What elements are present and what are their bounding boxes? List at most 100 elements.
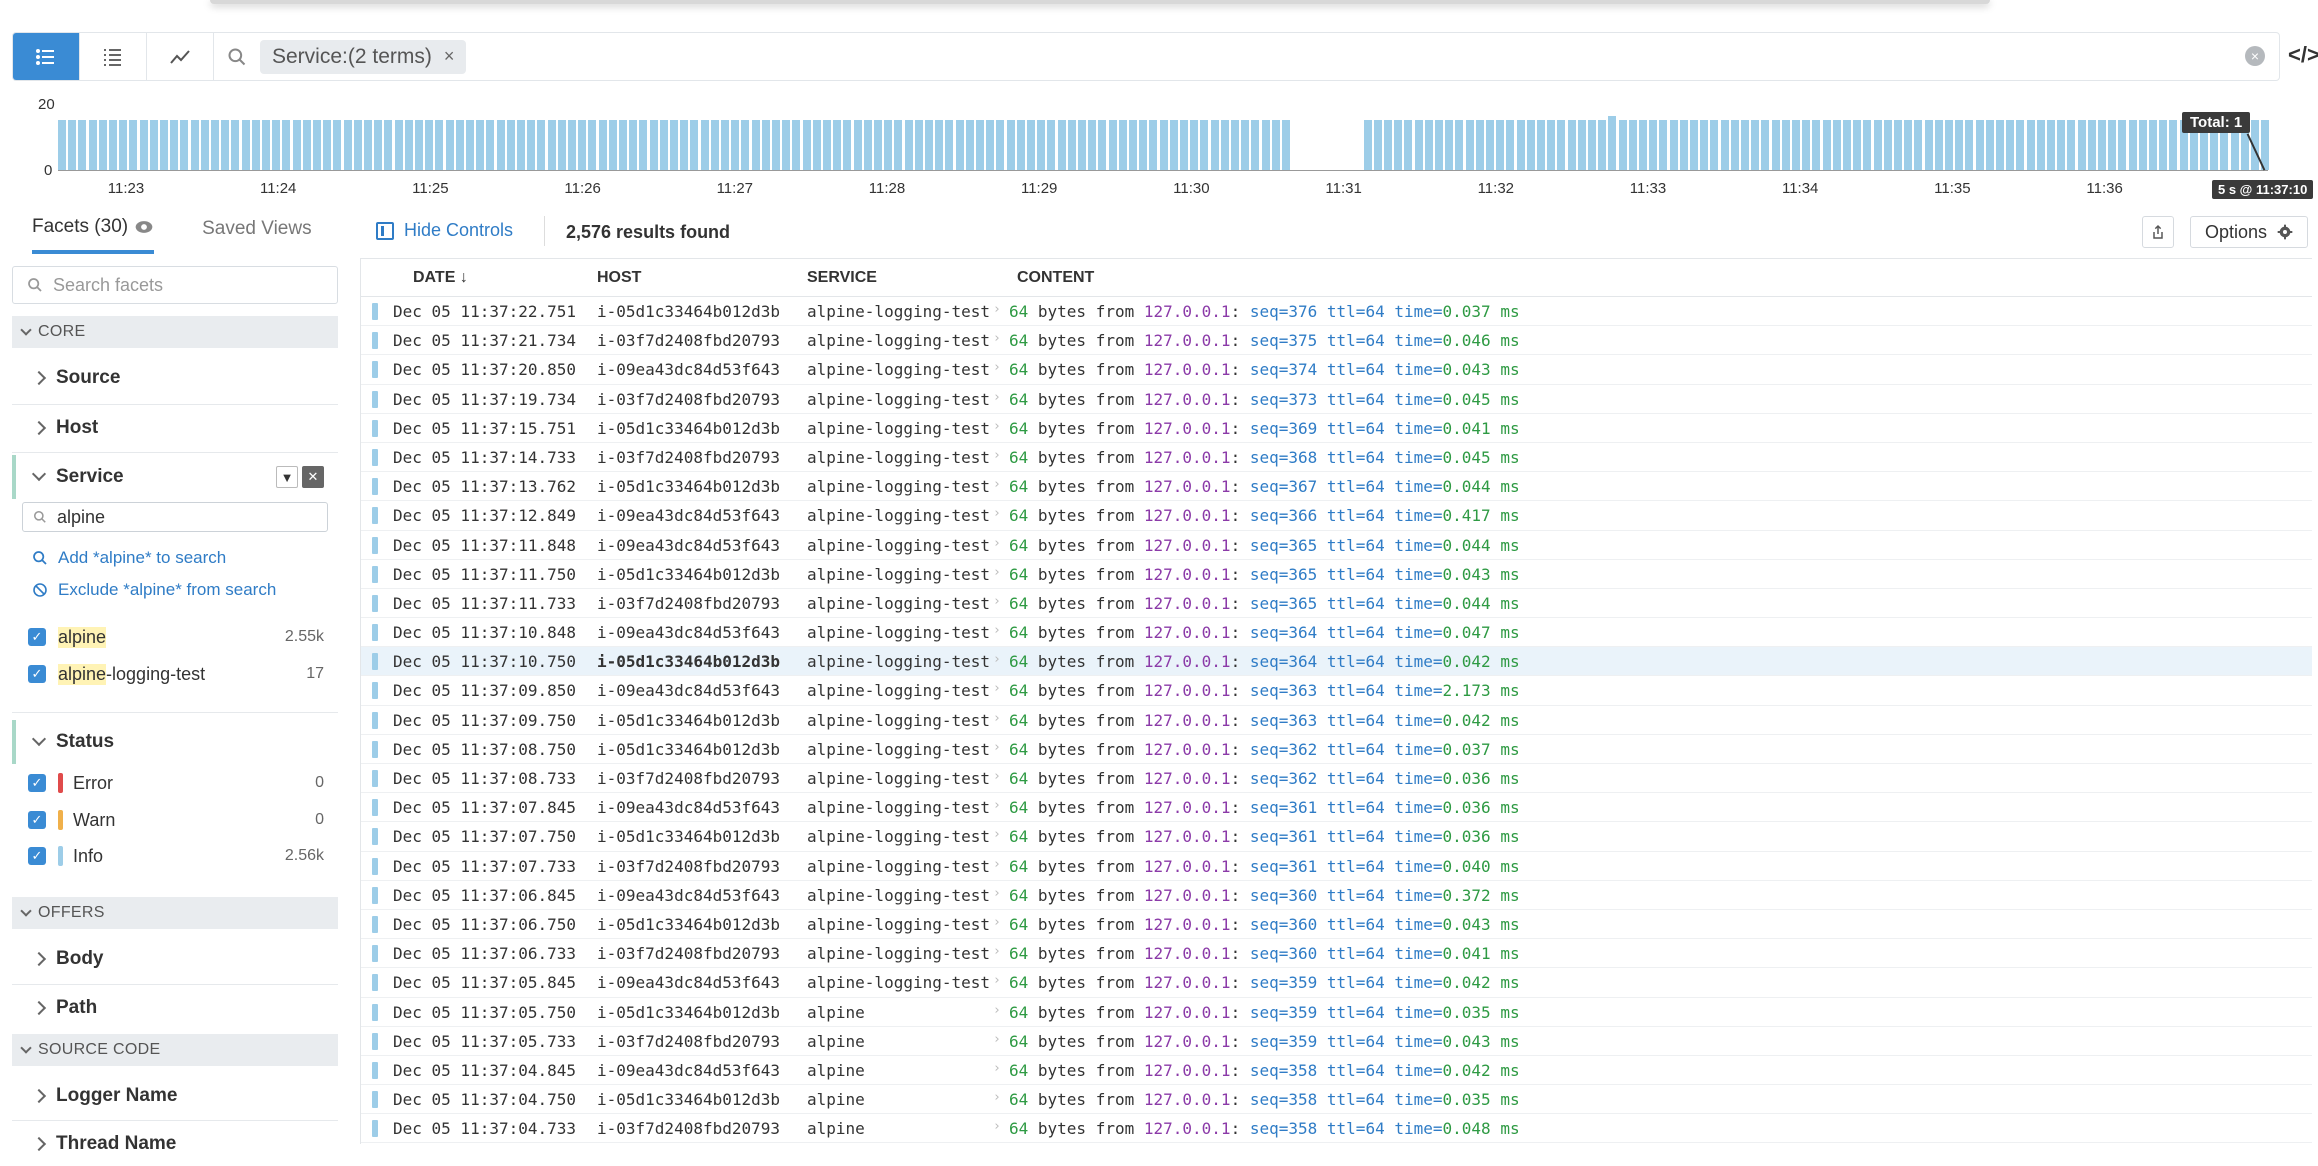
log-histogram[interactable]: 20 0 11:23 11:24 11:25 11:26 11:27 11:28 11:29… — [0, 96, 2318, 206]
histogram-bar[interactable] — [639, 120, 648, 170]
table-row[interactable]: Dec 05 11:37:11.848 i-09ea43dc84d53f643 al… — [361, 531, 2312, 560]
histogram-bar[interactable] — [568, 120, 576, 170]
histogram-bar[interactable] — [272, 120, 281, 170]
histogram-bar[interactable] — [802, 120, 811, 170]
histogram-bar[interactable] — [1078, 120, 1086, 170]
histogram-bar[interactable] — [792, 120, 801, 170]
histogram-bar[interactable] — [1608, 116, 1617, 170]
histogram-bar[interactable] — [1180, 120, 1188, 170]
histogram-bar[interactable] — [241, 120, 250, 170]
histogram-bar[interactable] — [353, 120, 362, 170]
histogram-bar[interactable] — [404, 120, 413, 170]
histogram-bar[interactable] — [1139, 120, 1148, 170]
histogram-bar[interactable] — [874, 120, 882, 170]
clear-search-icon[interactable]: × — [2245, 46, 2265, 66]
histogram-bar[interactable] — [58, 120, 66, 170]
histogram-bar[interactable] — [394, 120, 403, 170]
close-icon[interactable]: × — [444, 46, 455, 67]
histogram-bar[interactable] — [700, 120, 709, 170]
histogram-bar[interactable] — [68, 120, 77, 170]
histogram-bar[interactable] — [1873, 120, 1882, 170]
histogram-bar[interactable] — [1435, 120, 1443, 170]
histogram-bar[interactable] — [1016, 120, 1025, 170]
histogram-bar[interactable] — [476, 120, 485, 170]
histogram-bar[interactable] — [608, 120, 617, 170]
histogram-bar[interactable] — [139, 120, 148, 170]
analytics-view-button[interactable] — [147, 33, 214, 80]
export-button[interactable] — [2142, 216, 2174, 248]
histogram-bar[interactable] — [1445, 120, 1454, 170]
histogram-bar[interactable] — [557, 120, 566, 170]
table-row[interactable]: Dec 05 11:37:09.850 i-09ea43dc84d53f643 al… — [361, 676, 2312, 706]
histogram-bar[interactable] — [2047, 120, 2055, 170]
table-row[interactable]: Dec 05 11:37:08.733 i-03f7d2408fbd20793 al… — [361, 764, 2312, 794]
histogram-bar[interactable] — [333, 120, 342, 170]
histogram-bar[interactable] — [180, 120, 189, 170]
eye-icon[interactable] — [134, 217, 154, 237]
histogram-bar[interactable] — [853, 120, 862, 170]
facet-search-input[interactable]: Search facets — [12, 266, 338, 304]
table-row[interactable]: Dec 05 11:37:06.750 i-05d1c33464b012d3b al… — [361, 910, 2312, 940]
histogram-bar[interactable] — [863, 120, 872, 170]
histogram-bar[interactable] — [1628, 120, 1637, 170]
table-row[interactable]: Dec 05 11:37:05.750 i-05d1c33464b012d3b al… — [361, 998, 2312, 1027]
histogram-bar[interactable] — [1679, 120, 1688, 170]
table-row[interactable]: Dec 05 11:37:04.733 i-03f7d2408fbd20793 al… — [361, 1114, 2312, 1144]
histogram-bar[interactable] — [343, 120, 352, 170]
histogram-bar[interactable] — [1271, 120, 1280, 170]
histogram-bar[interactable] — [466, 120, 474, 170]
histogram-bar[interactable] — [292, 120, 301, 170]
histogram-bar[interactable] — [1588, 120, 1596, 170]
facet-source[interactable]: Source — [12, 356, 338, 400]
histogram-bar[interactable] — [1414, 120, 1423, 170]
histogram-bar[interactable] — [690, 120, 699, 170]
histogram-bar[interactable] — [98, 120, 107, 170]
histogram-bar[interactable] — [721, 120, 729, 170]
histogram-bar[interactable] — [435, 120, 444, 170]
list-view-button[interactable] — [13, 33, 80, 80]
histogram-bar[interactable] — [1659, 120, 1668, 170]
histogram-bar[interactable] — [1965, 120, 1974, 170]
histogram-bar[interactable] — [1649, 120, 1658, 170]
table-row[interactable]: Dec 05 11:37:13.762 i-05d1c33464b012d3b al… — [361, 472, 2312, 502]
histogram-bar[interactable] — [588, 120, 597, 170]
histogram-bar[interactable] — [455, 120, 464, 170]
facet-path[interactable]: Path — [12, 986, 338, 1030]
table-row[interactable]: Dec 05 11:37:10.750 i-05d1c33464b012d3b al… — [361, 647, 2312, 677]
histogram-bar[interactable] — [1057, 120, 1066, 170]
histogram-bar[interactable] — [88, 120, 97, 170]
histogram-bar[interactable] — [1822, 120, 1831, 170]
histogram-bar[interactable] — [1883, 120, 1892, 170]
table-row[interactable]: Dec 05 11:37:14.733 i-03f7d2408fbd20793 al… — [361, 443, 2312, 473]
histogram-bar[interactable] — [1771, 120, 1780, 170]
column-service[interactable]: SERVICE — [807, 269, 877, 287]
table-row[interactable]: Dec 05 11:37:06.845 i-09ea43dc84d53f643 al… — [361, 881, 2312, 910]
facet-service-filter-input[interactable]: alpine — [22, 502, 328, 532]
table-row[interactable]: Dec 05 11:37:04.750 i-05d1c33464b012d3b al… — [361, 1085, 2312, 1115]
histogram-bar[interactable] — [1690, 120, 1698, 170]
facet-thread-name[interactable]: Thread Name — [12, 1122, 338, 1166]
table-row[interactable]: Dec 05 11:37:10.848 i-09ea43dc84d53f643 al… — [361, 618, 2312, 648]
histogram-bar[interactable] — [1475, 120, 1484, 170]
histogram-bar[interactable] — [1067, 120, 1076, 170]
histogram-bar[interactable] — [2128, 120, 2137, 170]
histogram-bar[interactable] — [1384, 120, 1392, 170]
histogram-bar[interactable] — [1037, 120, 1046, 170]
histogram-bar[interactable] — [1129, 120, 1137, 170]
histogram-bar[interactable] — [1547, 120, 1556, 170]
histogram-bar[interactable] — [1496, 120, 1505, 170]
histogram-bar[interactable] — [1149, 120, 1158, 170]
histogram-bar[interactable] — [1934, 120, 1943, 170]
histogram-bar[interactable] — [1006, 120, 1015, 170]
histogram-bar[interactable] — [578, 120, 587, 170]
hide-controls-button[interactable]: Hide Controls — [376, 220, 513, 241]
histogram-bar[interactable] — [1394, 120, 1403, 170]
histogram-bar[interactable] — [374, 120, 383, 170]
histogram-bar[interactable] — [741, 120, 750, 170]
table-row[interactable]: Dec 05 11:37:07.750 i-05d1c33464b012d3b al… — [361, 822, 2312, 852]
histogram-bar[interactable] — [2077, 120, 2086, 170]
histogram-bar[interactable] — [904, 120, 913, 170]
histogram-bar[interactable] — [486, 120, 495, 170]
checkbox[interactable]: ✓ — [28, 811, 46, 829]
histogram-bar[interactable] — [517, 120, 525, 170]
